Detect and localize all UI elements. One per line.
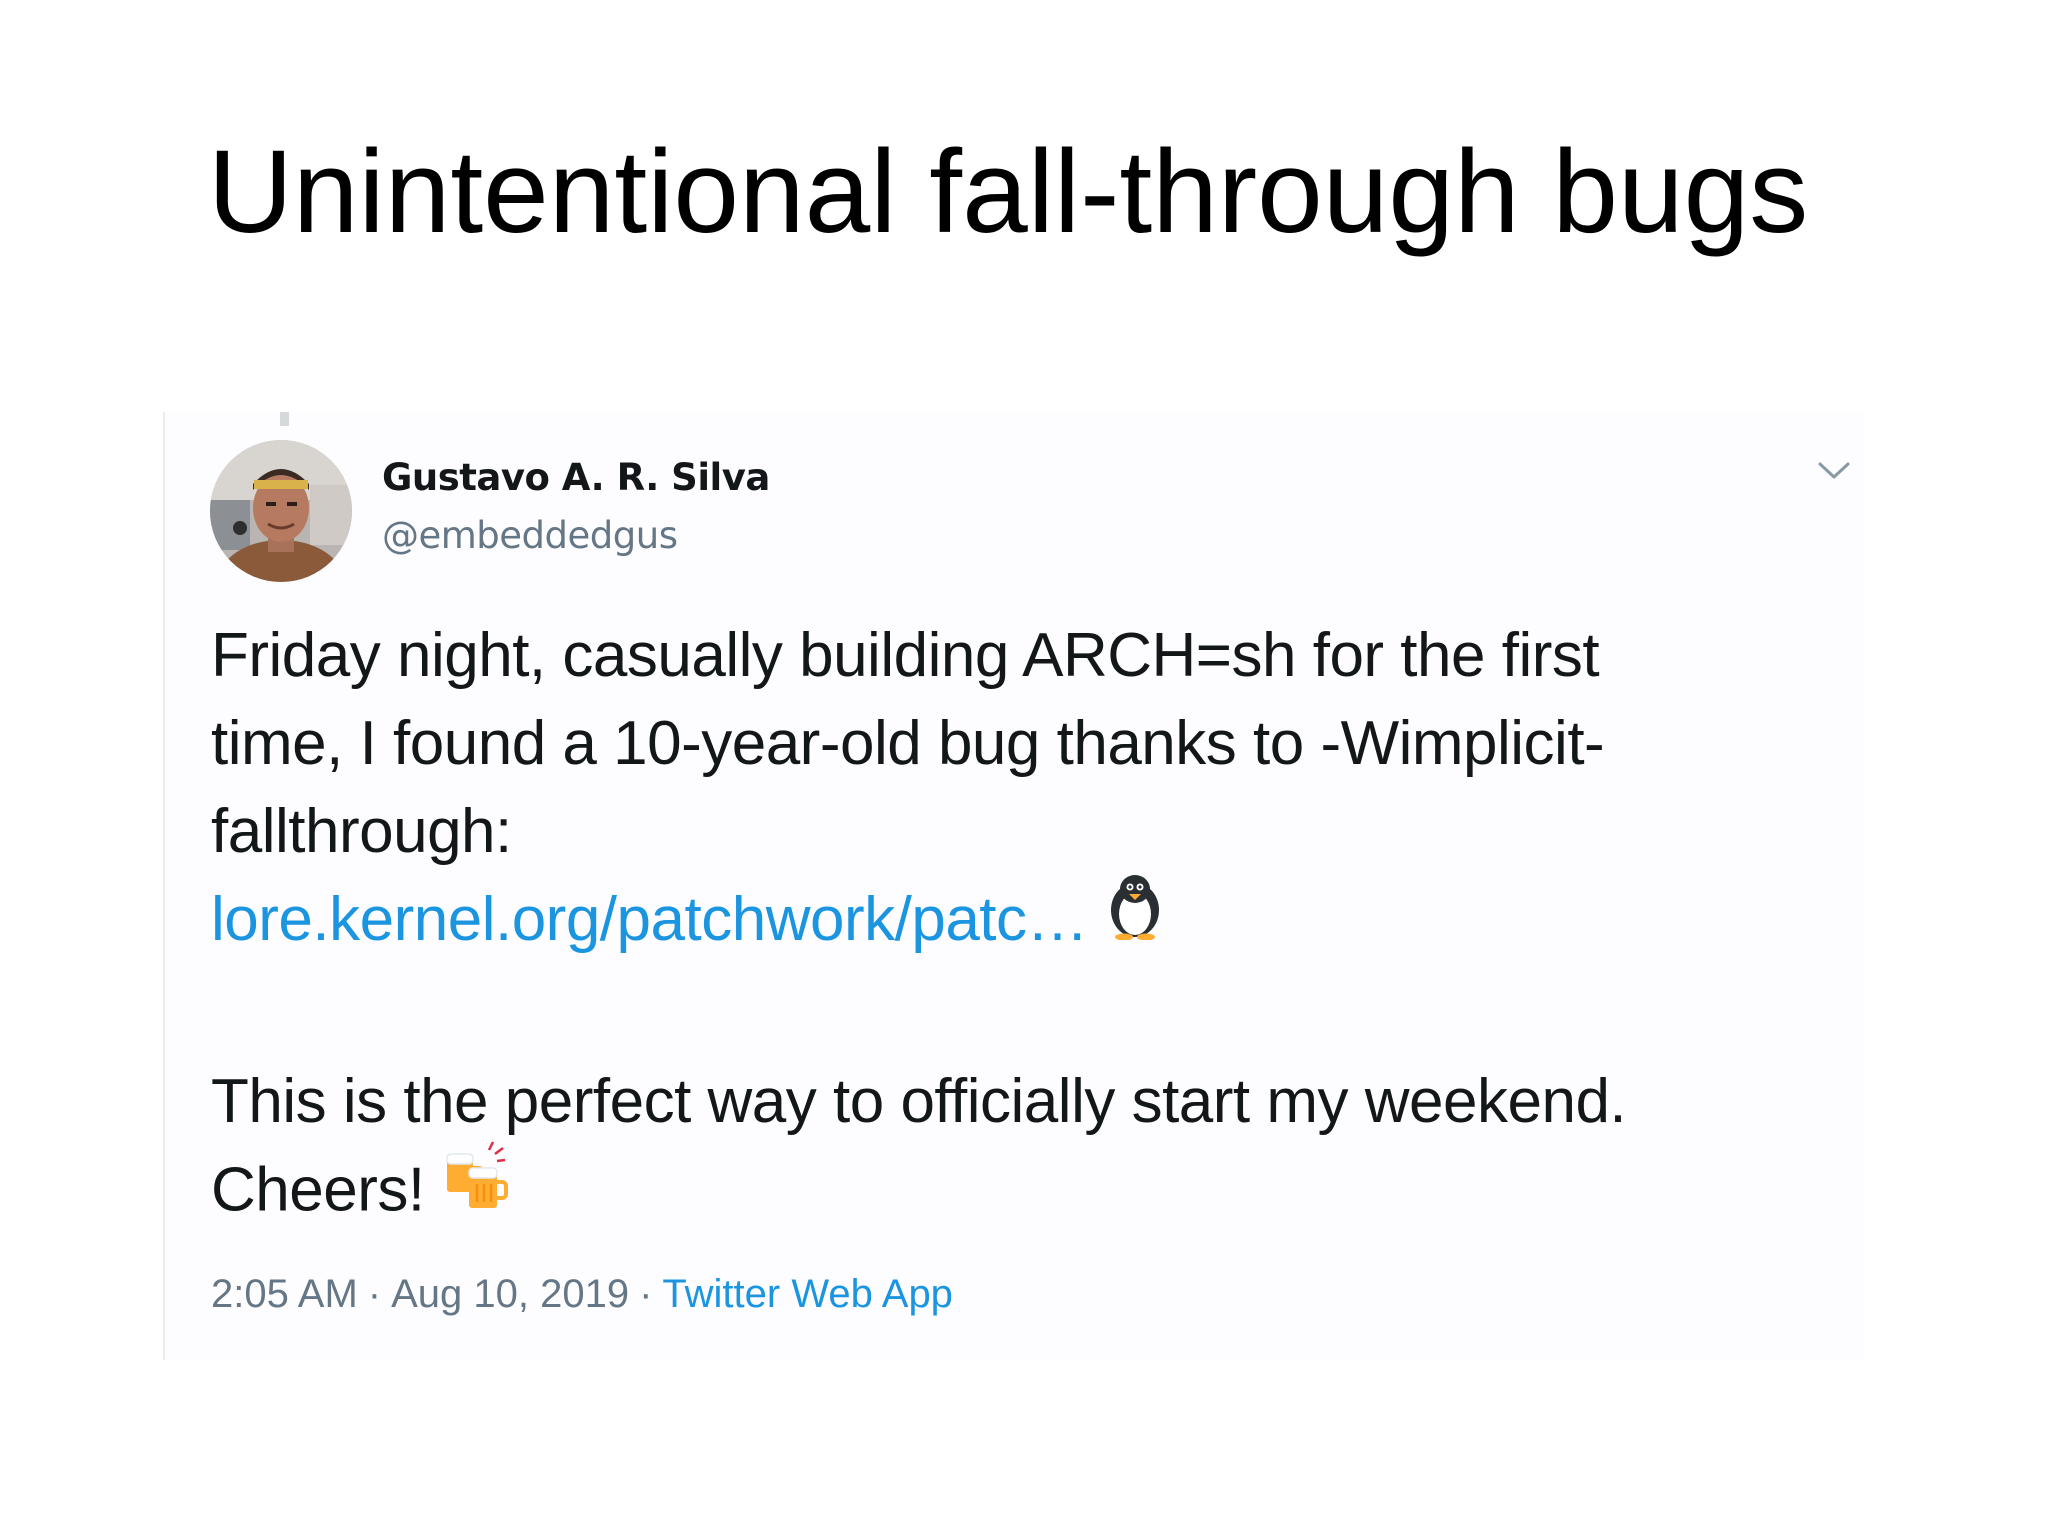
penguin-emoji-icon: [1106, 872, 1164, 964]
avatar[interactable]: [210, 440, 352, 582]
tweet-card: Gustavo A. R. Silva @embeddedgus Friday …: [163, 412, 1865, 1360]
tweet-time[interactable]: 2:05 AM: [211, 1272, 358, 1316]
author-display-name[interactable]: Gustavo A. R. Silva: [382, 456, 770, 499]
clinking-beer-mugs-emoji-icon: [443, 1140, 509, 1236]
tweet-link[interactable]: lore.kernel.org/patchwork/patc…: [211, 885, 1089, 954]
author-handle[interactable]: @embeddedgus: [382, 514, 678, 557]
tweet-date[interactable]: Aug 10, 2019: [391, 1272, 629, 1316]
tweet-text: Friday night, casually building ARCH=sh …: [211, 612, 1851, 1242]
tweet-text-line: Friday night, casually building ARCH=sh …: [211, 621, 1600, 690]
tweet-text-line: Cheers!: [211, 1141, 1851, 1242]
tweet-text-line: This is the perfect way to officially st…: [211, 1066, 1627, 1136]
chevron-down-icon[interactable]: [1817, 460, 1851, 482]
slide-title: Unintentional fall-through bugs: [207, 126, 1809, 258]
tweet-metadata: 2:05 AM · Aug 10, 2019 · Twitter Web App: [211, 1272, 953, 1317]
separator: ·: [639, 1272, 653, 1316]
profile-photo-icon: [210, 440, 352, 582]
tweet-source-link[interactable]: Twitter Web App: [662, 1272, 953, 1316]
tweet-text-line: time, I found a 10-year-old bug thanks t…: [211, 709, 1605, 778]
divider-tick: [280, 412, 289, 426]
separator: ·: [367, 1272, 382, 1316]
tweet-text-cheers: Cheers!: [211, 1155, 425, 1224]
tweet-link-line: lore.kernel.org/patchwork/patc…: [211, 874, 1851, 970]
tweet-text-line: fallthrough:: [211, 797, 512, 866]
